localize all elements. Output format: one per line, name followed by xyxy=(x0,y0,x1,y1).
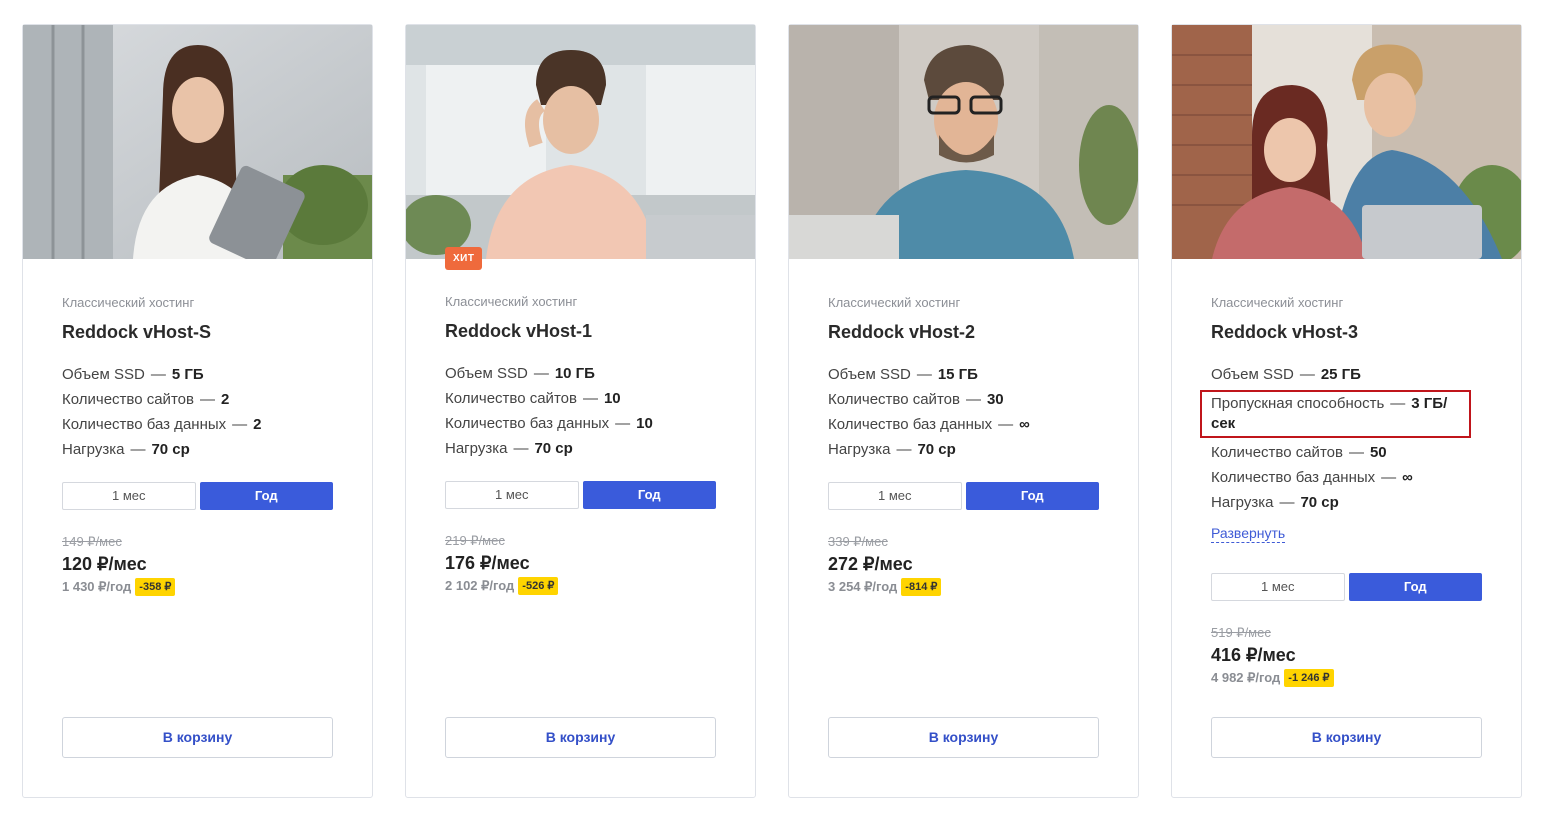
period-year-button[interactable]: Год xyxy=(965,482,1099,510)
discount-badge: -526 ₽ xyxy=(518,577,559,595)
add-to-cart-button[interactable]: В корзину xyxy=(1211,717,1482,758)
plan-category: Классический хостинг xyxy=(1211,295,1344,310)
price: 272 ₽/мес xyxy=(828,554,913,574)
period-toggle: 1 мес Год xyxy=(62,482,333,510)
plan-photo xyxy=(789,25,1138,259)
spec-load: Нагрузка —70 cp xyxy=(1211,494,1339,511)
plan-photo xyxy=(1172,25,1521,259)
year-price: 3 254 ₽/год xyxy=(828,579,898,594)
period-toggle: 1 мес Год xyxy=(445,481,716,509)
add-to-cart-button[interactable]: В корзину xyxy=(828,717,1099,758)
plan-specs: Объем SSD —10 ГБ Количество сайтов —10 Кол… xyxy=(445,364,716,459)
plan-body: Классический хостинг Reddock vHost-1 Объ… xyxy=(445,294,716,797)
plan-category: Классический хостинг xyxy=(62,295,195,310)
year-price-row: 4 982 ₽/год -1 246 ₽ xyxy=(1211,669,1482,687)
price: 416 ₽/мес xyxy=(1211,645,1296,665)
plan-card-vhost-2: Классический хостинг Reddock vHost-2 Объ… xyxy=(788,24,1139,798)
spec-databases: Количество баз данных —10 xyxy=(445,415,653,432)
spec-load: Нагрузка —70 cp xyxy=(62,441,190,458)
year-price-row: 2 102 ₽/год -526 ₽ xyxy=(445,577,716,595)
plan-title: Reddock vHost-1 xyxy=(445,321,593,341)
old-price: 149 ₽/мес xyxy=(62,534,122,549)
price: 176 ₽/мес xyxy=(445,553,530,573)
expand-link[interactable]: Развернуть xyxy=(1211,525,1286,543)
hit-badge: ХИТ xyxy=(445,247,483,270)
year-price: 4 982 ₽/год xyxy=(1211,670,1281,685)
spec-sites: Количество сайтов —2 xyxy=(62,391,230,408)
period-month-button[interactable]: 1 мес xyxy=(1211,573,1345,601)
plan-specs: Объем SSD —25 ГБ Пропускная способность —3… xyxy=(1200,365,1482,513)
spec-bandwidth-highlighted: Пропускная способность —3 ГБ/сек xyxy=(1200,390,1471,438)
discount-badge: -358 ₽ xyxy=(135,578,176,596)
discount-badge: -814 ₽ xyxy=(901,578,942,596)
year-price: 1 430 ₽/год xyxy=(62,579,132,594)
plan-title: Reddock vHost-2 xyxy=(828,322,976,342)
plan-category: Классический хостинг xyxy=(828,295,961,310)
old-price: 339 ₽/мес xyxy=(828,534,888,549)
add-to-cart-button[interactable]: В корзину xyxy=(62,717,333,758)
period-year-button[interactable]: Год xyxy=(1348,573,1482,601)
plan-body: Классический хостинг Reddock vHost-2 Объ… xyxy=(828,295,1099,797)
year-price-row: 1 430 ₽/год -358 ₽ xyxy=(62,578,333,596)
period-month-button[interactable]: 1 мес xyxy=(62,482,196,510)
spec-ssd: Объем SSD —15 ГБ xyxy=(828,366,978,383)
plan-card-vhost-1: ХИТ Классический хостинг Reddock vHost-1… xyxy=(405,24,756,798)
discount-badge: -1 246 ₽ xyxy=(1284,669,1334,687)
spec-databases: Количество баз данных — ∞ xyxy=(828,416,1030,433)
spec-ssd: Объем SSD —25 ГБ xyxy=(1211,366,1361,383)
plan-specs: Объем SSD —5 ГБ Количество сайтов —2 Колич… xyxy=(62,365,333,460)
old-price: 219 ₽/мес xyxy=(445,533,505,548)
spec-load: Нагрузка —70 cp xyxy=(828,441,956,458)
plan-body: Классический хостинг Reddock vHost-3 Объ… xyxy=(1200,295,1482,797)
spec-load: Нагрузка —70 cp xyxy=(445,440,573,457)
spec-ssd: Объем SSD —5 ГБ xyxy=(62,366,204,383)
period-toggle: 1 мес Год xyxy=(1211,573,1482,601)
period-month-button[interactable]: 1 мес xyxy=(445,481,579,509)
price: 120 ₽/мес xyxy=(62,554,147,574)
spec-sites: Количество сайтов —50 xyxy=(1211,444,1387,461)
plan-photo xyxy=(23,25,372,259)
period-year-button[interactable]: Год xyxy=(582,481,716,509)
spec-databases: Количество баз данных — ∞ xyxy=(1211,469,1413,486)
year-price-row: 3 254 ₽/год -814 ₽ xyxy=(828,578,1099,596)
period-month-button[interactable]: 1 мес xyxy=(828,482,962,510)
plan-photo xyxy=(406,25,755,259)
plan-card-vhost-3: Классический хостинг Reddock vHost-3 Объ… xyxy=(1171,24,1522,798)
add-to-cart-button[interactable]: В корзину xyxy=(445,717,716,758)
spec-sites: Количество сайтов —10 xyxy=(445,390,621,407)
plan-specs: Объем SSD —15 ГБ Количество сайтов —30 Кол… xyxy=(828,365,1099,460)
spec-sites: Количество сайтов —30 xyxy=(828,391,1004,408)
plan-card-vhost-s: Классический хостинг Reddock vHost-S Объ… xyxy=(22,24,373,798)
spec-databases: Количество баз данных —2 xyxy=(62,416,262,433)
old-price: 519 ₽/мес xyxy=(1211,625,1271,640)
spec-ssd: Объем SSD —10 ГБ xyxy=(445,365,595,382)
plan-body: Классический хостинг Reddock vHost-S Объ… xyxy=(62,295,333,797)
year-price: 2 102 ₽/год xyxy=(445,578,515,593)
plan-title: Reddock vHost-S xyxy=(62,322,212,342)
plan-category: Классический хостинг xyxy=(445,294,578,309)
period-year-button[interactable]: Год xyxy=(199,482,333,510)
period-toggle: 1 мес Год xyxy=(828,482,1099,510)
plan-title: Reddock vHost-3 xyxy=(1211,322,1359,342)
